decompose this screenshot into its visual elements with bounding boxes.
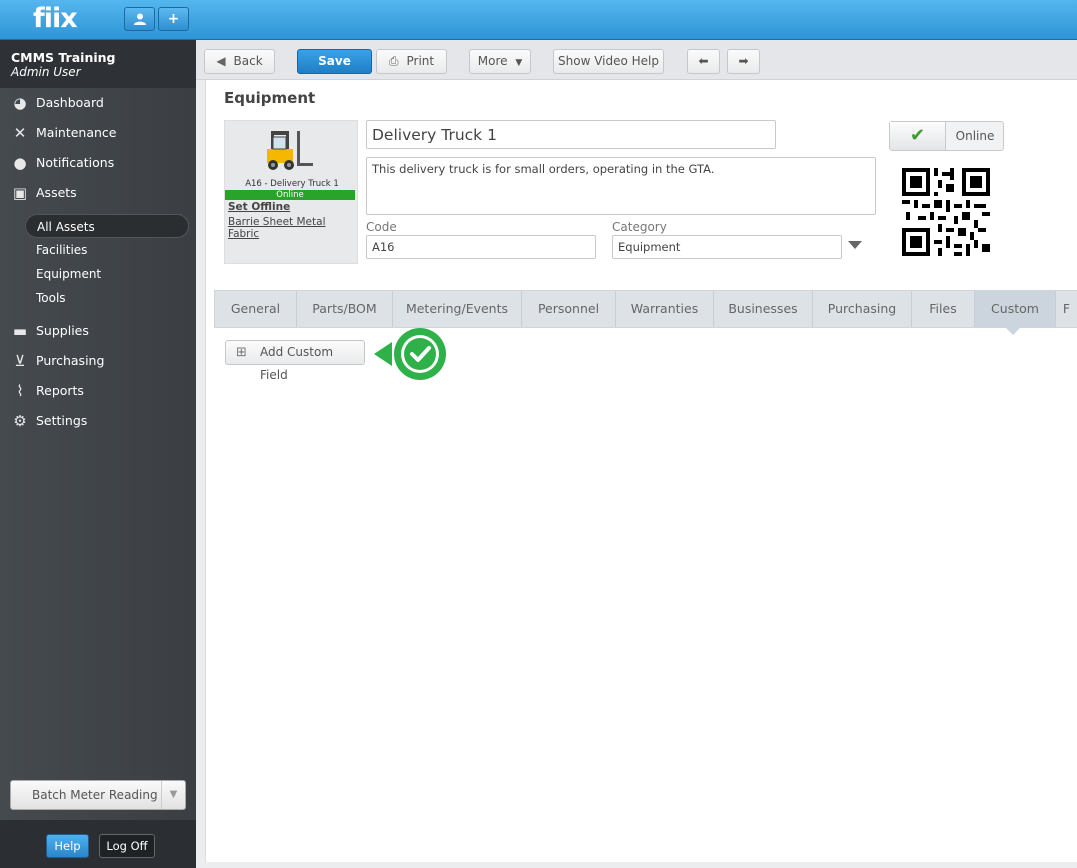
nav-reports-label: Reports xyxy=(36,383,84,398)
more-button[interactable]: More ▼ xyxy=(469,49,531,74)
asset-description-field[interactable]: This delivery truck is for small orders,… xyxy=(366,157,876,215)
dashboard-icon: ◕ xyxy=(13,94,27,112)
tab-personnel[interactable]: Personnel xyxy=(522,291,616,327)
cart-icon: ⊻ xyxy=(14,352,26,370)
print-button[interactable]: ⎙ Print xyxy=(376,49,447,74)
caret-down-icon: ▼ xyxy=(515,58,523,68)
nav-supplies-label: Supplies xyxy=(36,323,89,338)
nav-settings[interactable]: ⚙ Settings xyxy=(0,407,196,435)
tab-businesses[interactable]: Businesses xyxy=(714,291,813,327)
tab-warranties[interactable]: Warranties xyxy=(616,291,714,327)
qr-code-icon xyxy=(902,168,990,256)
nav-reports[interactable]: ⌇ Reports xyxy=(0,377,196,405)
next-record-button[interactable]: ➡ xyxy=(727,49,760,74)
printer-icon: ⎙ xyxy=(388,54,399,68)
nav-assets[interactable]: ▣ Assets xyxy=(0,179,196,207)
user-profile-button[interactable] xyxy=(124,7,155,31)
back-label: Back xyxy=(233,54,263,68)
fiix-logo[interactable]: fiix xyxy=(33,3,78,34)
asset-name-field[interactable] xyxy=(366,120,776,149)
previous-record-button[interactable]: ⬅ xyxy=(687,49,720,74)
business-link[interactable]: Barrie Sheet Metal Fabric xyxy=(228,216,357,240)
chart-icon: ⌇ xyxy=(16,382,24,400)
active-tab-pointer xyxy=(1006,328,1020,335)
top-bar: fiix + xyxy=(0,0,1077,40)
back-button[interactable]: ◀ Back xyxy=(204,49,275,74)
org-header: CMMS Training Admin User xyxy=(0,40,196,88)
help-button[interactable]: Help xyxy=(46,834,89,858)
page-title: Equipment xyxy=(224,89,316,107)
batch-meter-reading-label: Batch Meter Reading xyxy=(32,788,158,802)
tab-general[interactable]: General xyxy=(215,291,297,327)
sidebar-item-all-assets[interactable]: All Assets xyxy=(25,214,189,238)
forklift-icon xyxy=(267,131,313,170)
main-area: ◀ Back Save ⎙ Print More ▼ Show Video Help… xyxy=(196,40,1077,868)
check-callout-icon xyxy=(374,328,446,380)
print-label: Print xyxy=(406,54,435,68)
category-label: Category xyxy=(612,220,667,234)
more-label: More xyxy=(477,54,508,68)
add-field-icon: ⊞ xyxy=(236,345,247,360)
checkmark-icon[interactable]: ✔ xyxy=(890,122,946,150)
arrow-left-icon: ⬅ xyxy=(698,54,709,68)
nav-settings-label: Settings xyxy=(36,413,88,428)
boxes-icon: ▣ xyxy=(12,184,28,202)
set-offline-link[interactable]: Set Offline xyxy=(228,201,290,213)
tools-icon: ✕ xyxy=(13,124,27,142)
save-button[interactable]: Save xyxy=(297,49,372,74)
tab-metering-events[interactable]: Metering/Events xyxy=(393,291,522,327)
arrow-left-icon: ◀ xyxy=(216,54,226,68)
nav-maintenance[interactable]: ✕ Maintenance xyxy=(0,119,196,147)
tab-parts-bom[interactable]: Parts/BOM xyxy=(297,291,393,327)
chat-bubble-icon: ● xyxy=(13,154,27,172)
code-field[interactable] xyxy=(366,235,596,259)
nav-dashboard[interactable]: ◕ Dashboard xyxy=(0,89,196,117)
truck-icon: ▬ xyxy=(12,322,28,340)
quick-add-button[interactable]: + xyxy=(158,7,189,31)
add-custom-field-button[interactable]: ⊞ Add Custom Field xyxy=(225,340,365,382)
arrow-right-icon: ➡ xyxy=(738,54,749,68)
user-role: Admin User xyxy=(11,65,81,79)
nav-notifications[interactable]: ● Notifications xyxy=(0,149,196,177)
category-dropdown-icon[interactable] xyxy=(848,241,862,249)
code-label: Code xyxy=(366,220,397,234)
sidebar-item-facilities[interactable]: Facilities xyxy=(25,238,189,262)
tab-bar: General Parts/BOM Metering/Events Person… xyxy=(214,290,1077,328)
asset-card: A16 - Delivery Truck 1 Online Set Offlin… xyxy=(224,120,358,264)
asset-status-badge: Online xyxy=(225,190,355,200)
nav-maintenance-label: Maintenance xyxy=(36,125,117,140)
org-name: CMMS Training xyxy=(11,50,116,65)
category-field[interactable] xyxy=(612,235,842,259)
log-off-button[interactable]: Log Off xyxy=(99,834,155,858)
nav-notifications-label: Notifications xyxy=(36,155,115,170)
gear-icon: ⚙ xyxy=(13,412,27,430)
nav-dashboard-label: Dashboard xyxy=(36,95,104,110)
chevron-down-icon[interactable]: ▼ xyxy=(161,781,185,809)
sidebar-item-equipment[interactable]: Equipment xyxy=(25,262,189,286)
tab-purchasing[interactable]: Purchasing xyxy=(813,291,912,327)
batch-meter-reading-button[interactable]: Batch Meter Reading ▼ xyxy=(10,780,186,810)
equipment-panel: Equipment A16 - Delivery Truck 1 Online … xyxy=(205,80,1077,862)
tab-overflow[interactable]: F xyxy=(1056,291,1077,327)
sidebar-footer: Help Log Off xyxy=(0,820,196,868)
toolbar: ◀ Back Save ⎙ Print More ▼ Show Video Help… xyxy=(196,40,1077,80)
nav-purchasing[interactable]: ⊻ Purchasing xyxy=(0,347,196,375)
nav-assets-label: Assets xyxy=(36,185,77,200)
add-custom-field-label: Add Custom Field xyxy=(260,345,334,382)
asset-caption: A16 - Delivery Truck 1 xyxy=(245,179,339,189)
online-toggle-label: Online xyxy=(955,129,995,143)
nav-supplies[interactable]: ▬ Supplies xyxy=(0,317,196,345)
user-icon xyxy=(133,13,146,25)
show-video-help-button[interactable]: Show Video Help xyxy=(553,49,664,74)
sidebar-item-tools[interactable]: Tools xyxy=(25,286,189,310)
nav-purchasing-label: Purchasing xyxy=(36,353,105,368)
tab-custom[interactable]: Custom xyxy=(975,291,1056,327)
online-toggle[interactable]: ✔ Online xyxy=(889,121,1004,151)
tab-files[interactable]: Files xyxy=(912,291,975,327)
sidebar: CMMS Training Admin User ◕ Dashboard ✕ M… xyxy=(0,40,196,868)
